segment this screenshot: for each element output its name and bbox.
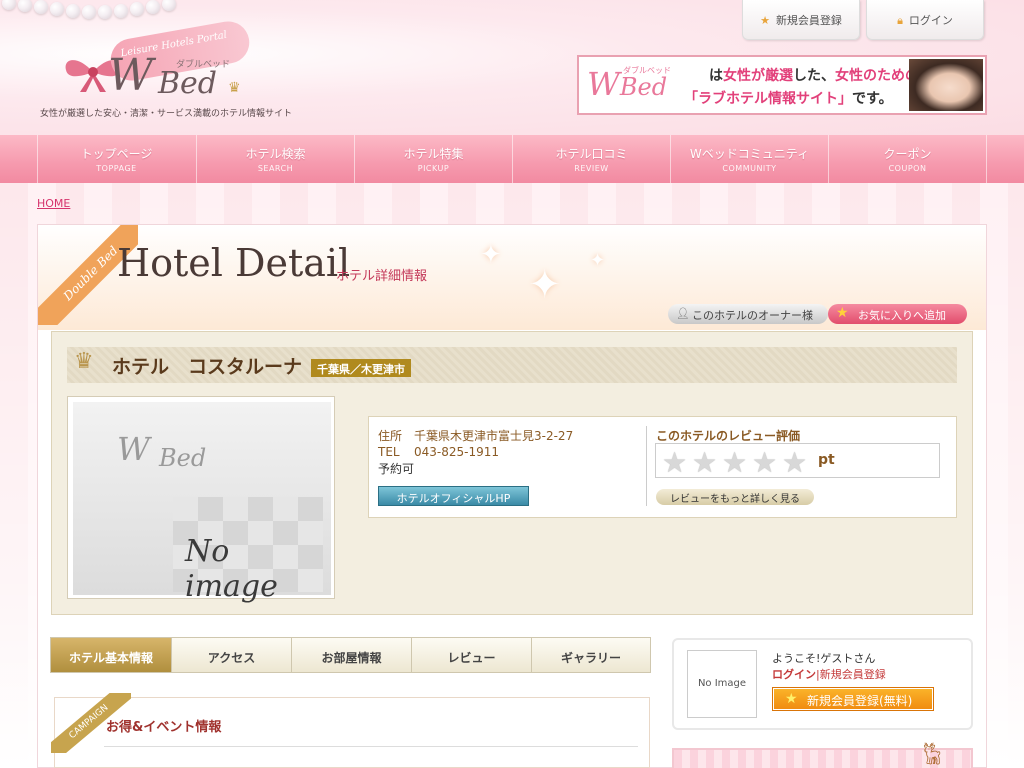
tab-gallery[interactable]: ギャラリー	[531, 638, 650, 672]
nav-divider	[986, 135, 987, 183]
logo-bed: Bed	[158, 66, 218, 101]
review-rating-label: このホテルのレビュー評価	[656, 429, 801, 443]
crown-icon: ♛	[74, 349, 94, 374]
no-image-text: No image	[185, 534, 278, 604]
favorite-button-label: お気に入りへ追加	[858, 309, 946, 322]
owner-button[interactable]: 👤︎ このホテルのオーナー様	[668, 304, 828, 324]
rating-star-4: ★	[752, 446, 778, 479]
rating-star-5: ★	[782, 446, 808, 479]
nav-item-pickup[interactable]: ホテル特集 PICKUP	[354, 135, 512, 183]
page-title: Hotel Detail	[117, 241, 351, 285]
welcome-text: ようこそ!ゲストさん	[772, 652, 876, 665]
star-icon: ★	[836, 305, 849, 321]
sparkle-icon: ✦	[528, 262, 562, 308]
site-tagline: 女性が厳選した安心・清潔・サービス満載のホテル情報サイト	[40, 109, 293, 119]
rating-star-3: ★	[722, 446, 748, 479]
hotel-name: ホテル コスタルーナ	[112, 356, 303, 378]
hotel-tabs: ホテル基本情報 アクセス お部屋情報 レビュー ギャラリー	[50, 637, 651, 673]
nav-item-search[interactable]: ホテル検索 SEARCH	[196, 135, 354, 183]
banner-model-photo	[909, 59, 983, 111]
logo-w: W	[108, 50, 154, 101]
review-more-button[interactable]: レビューをもっと詳しく見る	[656, 489, 814, 505]
reservation-status: 予約可	[378, 462, 415, 476]
owner-button-label: このホテルのオーナー様	[692, 309, 813, 322]
login-top-label: ログイン	[908, 14, 953, 27]
sidebar-register-link[interactable]: 新規会員登録	[820, 668, 886, 681]
banner-line2: 「ラブホテル情報サイト」です。	[684, 91, 893, 107]
page-subtitle: ホテル詳細情報	[336, 269, 428, 284]
tab-basic-info[interactable]: ホテル基本情報	[51, 638, 171, 672]
review-points: pt	[818, 452, 835, 468]
logo-kana: ダブルベッド	[176, 60, 231, 70]
star-icon: ★	[785, 691, 798, 707]
login-top-button[interactable]: 🔒︎ ログイン	[866, 0, 984, 40]
rating-star-1: ★	[662, 446, 688, 479]
lock-icon: 🔒︎	[897, 14, 903, 27]
hotel-photo: W Bed No image	[67, 396, 335, 604]
hotel-tel: 043-825-1911	[414, 445, 500, 459]
user-icon: 👤︎	[676, 307, 690, 320]
campaign-divider	[104, 746, 638, 747]
rating-star-2: ★	[692, 446, 718, 479]
address-label: 住所	[378, 429, 403, 443]
nav-item-top[interactable]: トップページ TOPPAGE	[37, 135, 195, 183]
pearl-decoration	[0, 0, 190, 30]
crown-icon: ♛	[228, 80, 241, 96]
breadcrumb-home-link[interactable]: HOME	[37, 197, 70, 210]
nav-item-review[interactable]: ホテル口コミ REVIEW	[512, 135, 670, 183]
placeholder-image: W Bed No image	[73, 402, 331, 604]
banner-logo-kana: ダブルベッド	[623, 66, 671, 75]
register-top-label: 新規会員登録	[775, 14, 842, 27]
site-logo[interactable]: Leisure Hotels Portal W Bed ダブルベッド ♛	[58, 18, 258, 110]
avatar: No Image	[687, 650, 757, 718]
tab-rooms[interactable]: お部屋情報	[291, 638, 411, 672]
tab-review[interactable]: レビュー	[411, 638, 531, 672]
tab-access[interactable]: アクセス	[171, 638, 291, 672]
prefecture-badge[interactable]: 千葉県／木更津市	[311, 359, 411, 377]
register-free-label: 新規会員登録(無料)	[807, 694, 913, 708]
register-free-button[interactable]: ★ 新規会員登録(無料)	[772, 687, 934, 711]
nav-item-coupon[interactable]: クーポン COUPON	[828, 135, 986, 183]
official-site-button[interactable]: ホテルオフィシャルHP	[378, 486, 529, 506]
add-favorite-button[interactable]: ★ お気に入りへ追加	[828, 304, 967, 324]
deer-icon: 🦌︎	[918, 742, 946, 767]
campaign-title: お得&イベント情報	[106, 720, 222, 735]
hotel-address-block: 住所 千葉県木更津市富士見3-2-27 TEL 043-825-1911	[378, 428, 573, 460]
sidebar-login-link[interactable]: ログイン	[772, 668, 816, 681]
sparkle-icon: ✦	[590, 250, 606, 271]
hotel-address: 千葉県木更津市富士見3-2-27	[414, 429, 574, 443]
star-icon: ★	[760, 14, 770, 27]
info-divider	[646, 426, 647, 506]
register-top-button[interactable]: ★ 新規会員登録	[742, 0, 860, 40]
main-navigation: トップページ TOPPAGE ホテル検索 SEARCH ホテル特集 PICKUP ホテ…	[0, 135, 1024, 183]
account-links: ログイン|新規会員登録	[772, 668, 886, 681]
wbed-banner[interactable]: WBed ダブルベッド は女性が厳選した、女性のための 「ラブホテル情報サイト」…	[577, 55, 987, 115]
banner-line1: は女性が厳選した、女性のための	[709, 68, 919, 84]
tel-label: TEL	[378, 445, 400, 459]
nav-item-community[interactable]: Wベッドコミュニティ COMMUNITY	[670, 135, 828, 183]
sparkle-icon: ✦	[480, 240, 502, 270]
placeholder-logo-bed: Bed	[159, 444, 207, 472]
placeholder-logo-w: W	[117, 430, 150, 468]
